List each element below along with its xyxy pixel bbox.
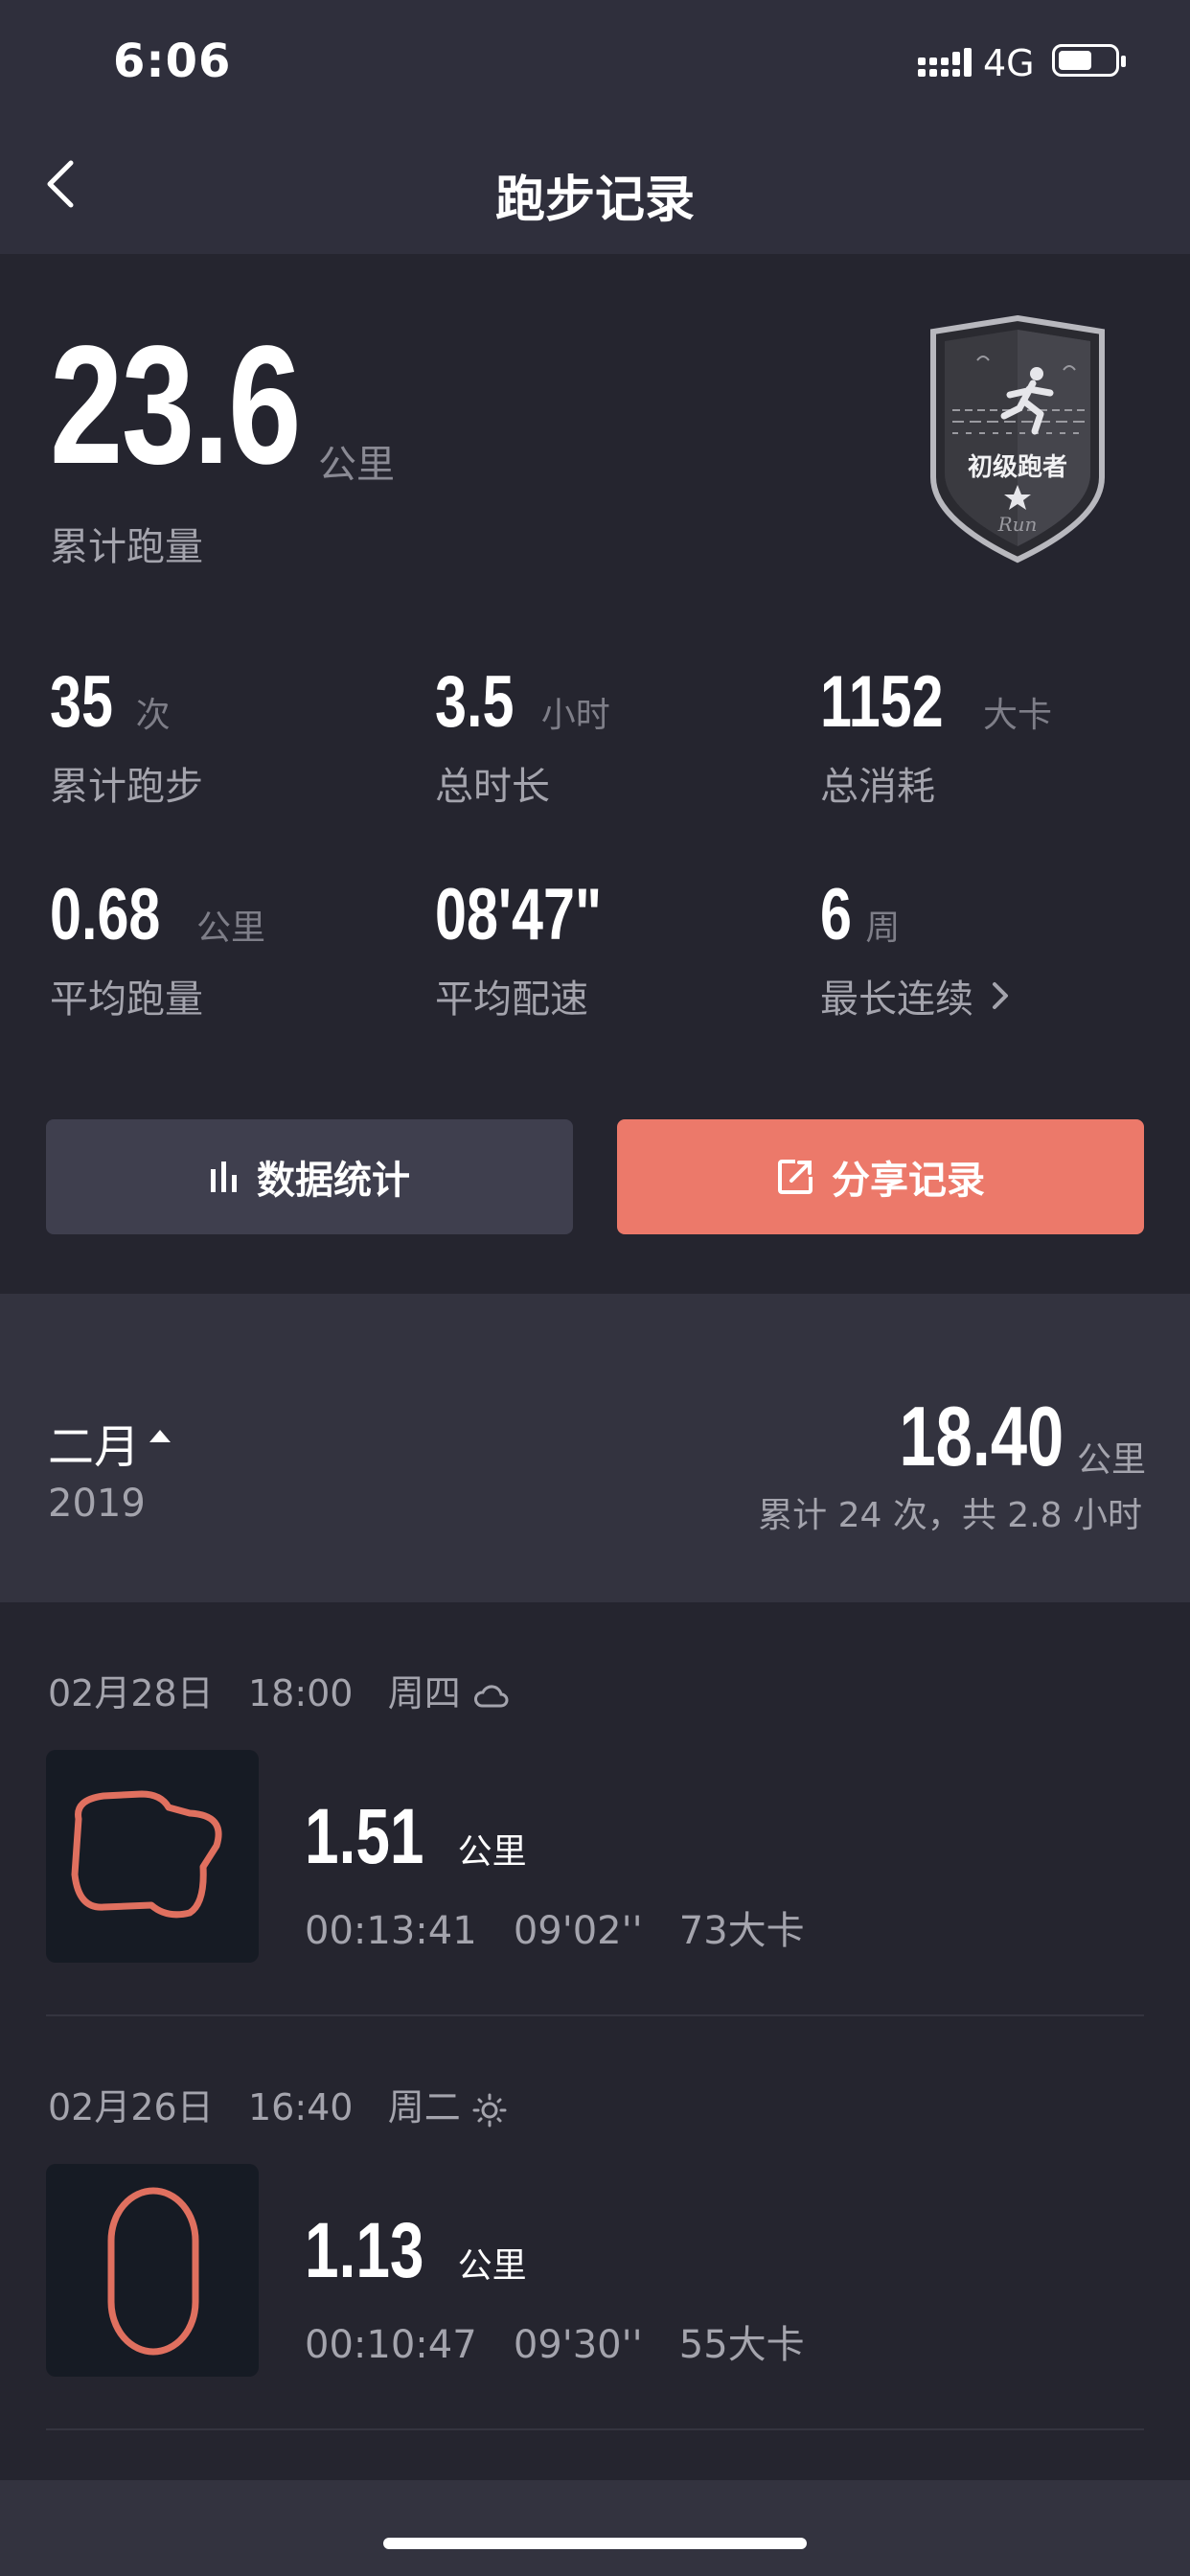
record-meta: 00:13:41 09'02'' 73大卡 bbox=[305, 1899, 805, 1955]
record-meta: 00:10:47 09'30'' 55大卡 bbox=[305, 2313, 805, 2369]
route-map-thumbnail[interactable] bbox=[46, 2164, 259, 2377]
stat-runs-label: 累计跑步 bbox=[50, 765, 203, 809]
record-weekday: 周二 bbox=[387, 2086, 461, 2128]
record-weekday: 周四 bbox=[387, 1672, 461, 1714]
share-record-button[interactable]: 分享记录 bbox=[617, 1119, 1144, 1234]
total-distance-label: 累计跑量 bbox=[50, 525, 203, 569]
record-time: 16:40 bbox=[247, 2086, 354, 2128]
record-calories: 73大卡 bbox=[678, 1909, 805, 1953]
status-time: 6:06 bbox=[113, 34, 232, 88]
month-distance-unit: 公里 bbox=[1077, 1440, 1147, 1480]
home-indicator[interactable] bbox=[383, 2538, 807, 2549]
data-stats-button[interactable]: 数据统计 bbox=[46, 1119, 573, 1234]
stat-avg-pace: 08'47" bbox=[435, 874, 603, 955]
bar-chart-icon bbox=[211, 1162, 237, 1192]
record-distance: 1.51 公里 bbox=[305, 1793, 527, 1880]
chevron-right-icon bbox=[993, 982, 1008, 1009]
badge-script: Run bbox=[997, 513, 1038, 536]
record-header: 02月28日 18:00 周四 bbox=[48, 1664, 511, 1716]
runner-badge-icon[interactable]: 初级跑者 Run bbox=[924, 314, 1111, 565]
sun-icon bbox=[472, 2093, 507, 2127]
stat-calories-label: 总消耗 bbox=[820, 765, 935, 809]
stat-avg-distance: 0.68 公里 bbox=[50, 874, 266, 955]
network-label: 4G bbox=[983, 42, 1035, 84]
stat-calories: 1152 大卡 bbox=[820, 661, 1052, 743]
record-time: 18:00 bbox=[247, 1672, 354, 1714]
month-summary: 累计 24 次，共 2.8 小时 bbox=[758, 1496, 1142, 1535]
page-title: 跑步记录 bbox=[494, 172, 695, 229]
stat-duration: 3.5 小时 bbox=[435, 661, 610, 743]
stat-longest-streak: 6 周 bbox=[820, 874, 901, 955]
badge-label: 初级跑者 bbox=[968, 452, 1067, 482]
record-pace: 09'30'' bbox=[513, 2323, 643, 2367]
stat-runs: 35 次 bbox=[50, 661, 171, 743]
share-icon bbox=[778, 1160, 812, 1194]
signal-icon bbox=[918, 48, 972, 77]
bottom-bar bbox=[0, 2480, 1190, 2576]
record-date: 02月26日 bbox=[48, 2086, 214, 2128]
cloud-icon bbox=[473, 1684, 509, 1707]
record-duration: 00:13:41 bbox=[305, 1909, 477, 1953]
stat-duration-label: 总时长 bbox=[435, 765, 550, 809]
caret-up-icon[interactable] bbox=[149, 1430, 171, 1442]
record-header: 02月26日 16:40 周二 bbox=[48, 2078, 507, 2130]
record-distance: 1.13 公里 bbox=[305, 2207, 527, 2294]
month-distance: 18.40 bbox=[899, 1389, 1064, 1484]
battery-icon bbox=[1052, 44, 1126, 77]
stat-longest-streak-link[interactable]: 最长连续 bbox=[820, 968, 1014, 1024]
stat-longest-streak-label: 最长连续 bbox=[820, 978, 973, 1022]
month-selector[interactable]: 二月 bbox=[48, 1409, 140, 1476]
month-year: 2019 bbox=[48, 1482, 146, 1526]
total-distance-unit: 公里 bbox=[318, 443, 395, 487]
route-map-thumbnail[interactable] bbox=[46, 1750, 259, 1963]
record-calories: 55大卡 bbox=[678, 2323, 805, 2367]
stat-avg-pace-label: 平均配速 bbox=[435, 978, 588, 1022]
stat-avg-distance-label: 平均跑量 bbox=[50, 978, 203, 1022]
share-record-label: 分享记录 bbox=[832, 1159, 985, 1203]
data-stats-label: 数据统计 bbox=[257, 1159, 410, 1203]
divider bbox=[46, 2428, 1144, 2430]
record-duration: 00:10:47 bbox=[305, 2323, 477, 2367]
record-date: 02月28日 bbox=[48, 1672, 214, 1714]
record-pace: 09'02'' bbox=[513, 1909, 643, 1953]
